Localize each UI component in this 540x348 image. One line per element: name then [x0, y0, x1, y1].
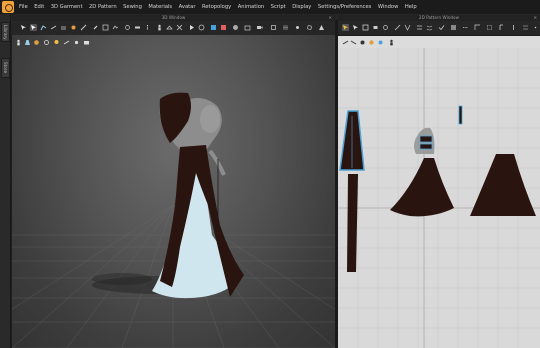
buttonhole-icon[interactable]	[134, 24, 141, 31]
pattern-settings-icon[interactable]	[522, 24, 529, 31]
circle-icon[interactable]	[382, 24, 389, 31]
pattern-canvas	[338, 48, 540, 348]
grading-icon[interactable]	[474, 24, 481, 31]
menu-display[interactable]: Display	[292, 4, 311, 10]
menu-3d-garment[interactable]: 3D Garment	[51, 4, 83, 10]
panel-title-2d-label: 2D Pattern Window	[418, 15, 460, 20]
select-mesh-icon[interactable]	[20, 24, 27, 31]
pattern-window-toolbar	[338, 36, 540, 48]
menu-animation[interactable]: Animation	[238, 4, 264, 10]
pressure-icon[interactable]	[198, 24, 205, 31]
more-tools-icon[interactable]	[532, 24, 539, 31]
hanger-icon[interactable]	[166, 24, 173, 31]
transform-pattern-icon[interactable]	[342, 24, 349, 31]
select-move-icon[interactable]	[30, 24, 37, 31]
menu-materials[interactable]: Materials	[148, 4, 172, 10]
panel-title-2d: 2D Pattern Window ✕	[338, 15, 540, 21]
screenshot-icon[interactable]	[294, 24, 301, 31]
free-sewing-icon[interactable]	[426, 24, 433, 31]
pattern-fill-icon[interactable]	[377, 39, 384, 46]
view-front-icon[interactable]	[270, 24, 277, 31]
rectangle-icon[interactable]	[372, 24, 379, 31]
menu-window[interactable]: Window	[378, 4, 398, 10]
button-tool-icon[interactable]	[124, 24, 131, 31]
pin-icon[interactable]	[70, 24, 77, 31]
dart-icon[interactable]	[404, 24, 411, 31]
simulate-icon[interactable]	[188, 24, 195, 31]
snapshot-icon[interactable]	[244, 24, 251, 31]
brush-icon[interactable]	[92, 24, 99, 31]
settings-3d-icon[interactable]	[306, 24, 313, 31]
menu-help[interactable]: Help	[405, 4, 417, 10]
video-icon[interactable]	[256, 24, 263, 31]
zipper-icon[interactable]	[144, 24, 151, 31]
render-icon[interactable]	[232, 24, 239, 31]
panel-close-3d-icon[interactable]: ✕	[328, 15, 332, 21]
notch-icon[interactable]	[510, 24, 517, 31]
panel-title-3d-label: 3D Window	[161, 15, 186, 20]
side-tab-store[interactable]: Store	[1, 58, 10, 78]
side-tab-library[interactable]: Library	[1, 22, 10, 42]
measure-icon[interactable]	[80, 24, 87, 31]
strain-map-icon[interactable]	[210, 24, 217, 31]
check-sewing-icon[interactable]	[438, 24, 445, 31]
menu-edit[interactable]: Edit	[34, 4, 44, 10]
pattern-texture-icon[interactable]	[368, 39, 375, 46]
pattern-avatar-icon[interactable]	[388, 39, 395, 46]
menu-script[interactable]: Script	[271, 4, 286, 10]
edit-texture-icon[interactable]	[450, 24, 457, 31]
edit-pattern-icon[interactable]	[352, 24, 359, 31]
internal-line-icon[interactable]	[394, 24, 401, 31]
app-logo-icon[interactable]	[2, 1, 14, 13]
avatar-tool-icon[interactable]	[156, 24, 163, 31]
stress-map-icon[interactable]	[220, 24, 227, 31]
pattern-sewing-display-icon[interactable]	[350, 39, 357, 46]
trim-icon[interactable]	[176, 24, 183, 31]
view-options-icon[interactable]	[282, 24, 289, 31]
menu-avatar[interactable]: Avatar	[179, 4, 196, 10]
fold-icon[interactable]	[50, 24, 57, 31]
pattern-display-icon[interactable]	[342, 39, 349, 46]
menu-settings[interactable]: Settings/Preferences	[318, 4, 372, 10]
texture-icon[interactable]	[102, 24, 109, 31]
menu-file[interactable]: File	[19, 4, 28, 10]
menu-2d-pattern[interactable]: 2D Pattern	[89, 4, 117, 10]
pattern-piece-strap	[347, 174, 358, 272]
pattern-piece-tie	[458, 105, 463, 125]
seam-allowance-icon[interactable]	[486, 24, 493, 31]
left-side-strip: Library Store	[0, 14, 11, 348]
pattern-piece-skirt-front	[390, 158, 454, 217]
viewport-3d[interactable]	[12, 35, 335, 348]
tack-icon[interactable]	[60, 24, 67, 31]
panel-close-2d-icon[interactable]: ✕	[533, 15, 537, 21]
segment-sewing-icon[interactable]	[416, 24, 423, 31]
menu-retopology[interactable]: Retopology	[202, 4, 231, 10]
panel-title-3d: 3D Window ✕	[12, 15, 335, 21]
fold-arrangement-icon[interactable]	[40, 24, 47, 31]
topstitch-icon[interactable]	[462, 24, 469, 31]
viewport-2d-pattern[interactable]	[338, 48, 540, 348]
polygon-icon[interactable]	[362, 24, 369, 31]
graphic-icon[interactable]	[112, 24, 119, 31]
menu-bar: File Edit 3D Garment 2D Pattern Sewing M…	[0, 0, 540, 14]
pattern-piece-skirt-back	[470, 154, 536, 216]
display-mode-icon[interactable]	[318, 24, 325, 31]
pattern-grain-icon[interactable]	[359, 39, 366, 46]
menu-sewing[interactable]: Sewing	[123, 4, 142, 10]
scene-3d	[12, 92, 335, 348]
annotation-icon[interactable]	[498, 24, 505, 31]
